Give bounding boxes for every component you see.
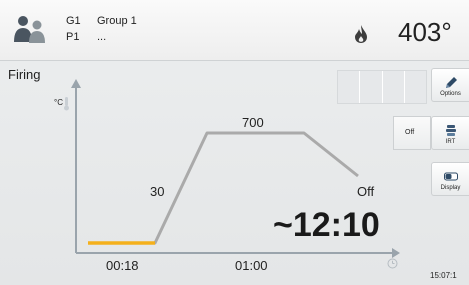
x-axis-arrow [392,248,400,258]
heat-rate-label[interactable]: 30 [150,184,164,199]
y-unit-label: °C [54,98,63,107]
thermometer-icon [64,97,69,111]
cooling-label[interactable]: Off [357,184,374,199]
firing-screen: G1 Group 1 P1 ... 403° Firing Options Of… [0,0,469,285]
firing-curve-chart [64,79,400,258]
x-tick-label-1: 00:18 [106,258,139,273]
hold-temperature-label[interactable]: 700 [242,115,264,130]
system-clock: 15:07:1 [430,271,457,280]
x-tick-label-2: 01:00 [235,258,268,273]
remaining-time: ~12:10 [273,206,380,244]
clock-icon [387,258,398,269]
y-axis-arrow [71,79,81,88]
